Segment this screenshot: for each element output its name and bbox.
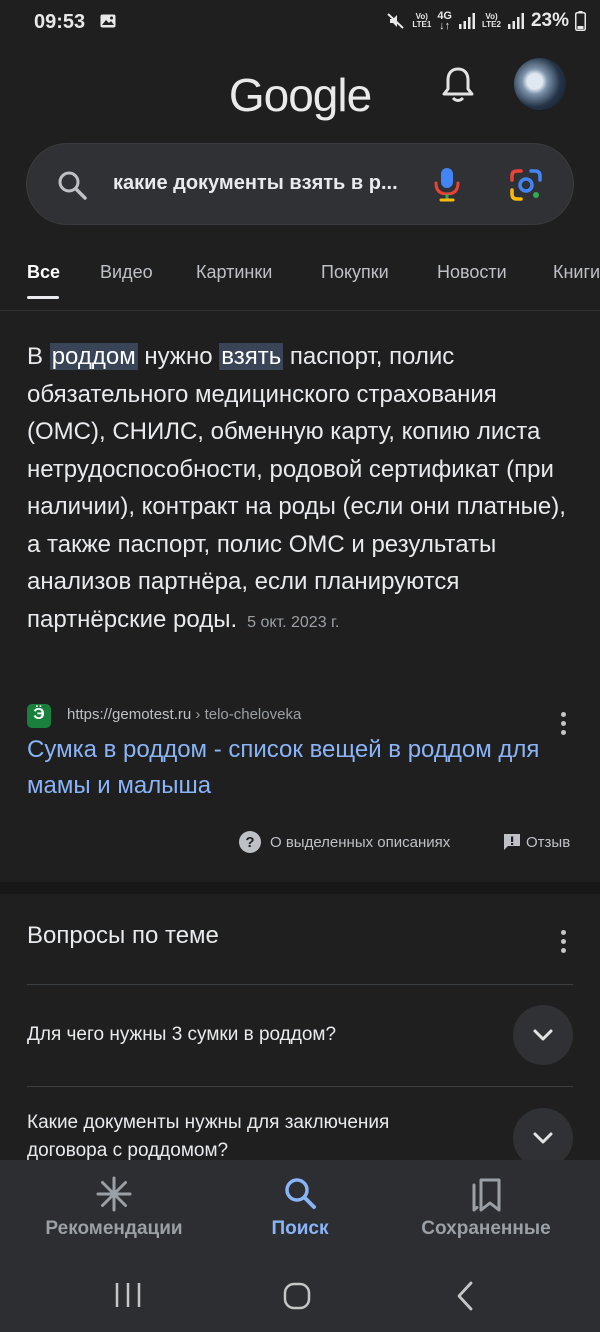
search-box[interactable]: какие документы взять в р... (27, 144, 573, 224)
search-tabs: Все Видео Картинки Покупки Новости Книги (0, 250, 600, 311)
question-text[interactable]: Для чего нужны 3 сумки в роддом? (27, 1021, 467, 1049)
source-url[interactable]: https://gemotest.ru › telo-cheloveka (67, 706, 301, 723)
highlight-term: взять (219, 343, 284, 370)
about-label: О выделенных описаниях (270, 833, 451, 851)
question-divider (27, 984, 573, 985)
expand-question-button[interactable] (513, 1108, 573, 1168)
expand-question-button[interactable] (513, 1005, 573, 1065)
microphone-icon[interactable] (433, 166, 461, 202)
tab-images[interactable]: Картинки (196, 262, 272, 283)
nav-label: Рекомендации (45, 1218, 183, 1239)
site-favicon: Ӭ (27, 704, 51, 728)
question-text[interactable]: Какие документы нужны для заключения дог… (27, 1109, 467, 1165)
status-bar: 09:53 Vo) LTE1 4G ↓↑ Vo) LTE2 23% (0, 0, 600, 44)
tab-all[interactable]: Все (27, 262, 60, 283)
sim2-label: Vo) LTE2 (482, 12, 501, 29)
nav-label: Поиск (271, 1218, 329, 1239)
google-logo[interactable]: Google (0, 68, 600, 122)
sim1-label: Vo) LTE1 (412, 12, 432, 29)
help-icon: ? (239, 831, 261, 853)
back-icon[interactable] (456, 1281, 474, 1311)
highlight-term: роддом (49, 343, 138, 370)
notifications-bell-icon[interactable] (440, 66, 476, 104)
related-questions-title: Вопросы по теме (27, 922, 219, 949)
nav-search[interactable]: Поиск (200, 1160, 400, 1250)
tab-video[interactable]: Видео (100, 262, 153, 283)
nav-saved[interactable]: Сохраненные (386, 1160, 586, 1250)
bottom-navigation: Рекомендации Поиск Сохраненные (0, 1160, 600, 1250)
mute-icon (387, 13, 405, 29)
system-navigation-bar (0, 1250, 600, 1332)
network-type: 4G ↓↑ (437, 10, 452, 32)
search-icon (285, 1178, 316, 1209)
chevron-down-icon (533, 1029, 553, 1041)
google-lens-icon[interactable] (509, 168, 543, 202)
tab-books[interactable]: Книги (553, 262, 600, 283)
question-divider (27, 1086, 573, 1087)
search-icon (58, 171, 87, 200)
featured-snippet-text: В роддом нужно взять паспорт, полис обяз… (27, 343, 566, 633)
section-divider (0, 882, 600, 894)
sparkle-icon (96, 1176, 132, 1212)
status-icons: Vo) LTE1 4G ↓↑ Vo) LTE2 23% (386, 10, 586, 32)
svg-text:?: ? (245, 834, 254, 851)
result-source[interactable]: Ӭ https://gemotest.ru › telo-cheloveka (27, 702, 575, 730)
snippet-date: 5 окт. 2023 г. (247, 613, 340, 631)
bookmarks-icon (472, 1178, 501, 1212)
gallery-notification-icon (100, 14, 116, 28)
home-icon[interactable] (283, 1282, 311, 1310)
nav-recommendations[interactable]: Рекомендации (14, 1160, 214, 1250)
signal-icon-2 (507, 13, 524, 29)
signal-icon (459, 13, 475, 29)
result-title-link[interactable]: Сумка в роддом - список вещей в роддом д… (27, 732, 575, 804)
tab-shopping[interactable]: Покупки (321, 262, 389, 283)
about-featured-snippets[interactable]: ? О выделенных описаниях (238, 828, 450, 856)
battery-percent: 23% (530, 10, 569, 31)
feedback-button[interactable]: Отзыв (502, 828, 570, 856)
battery-icon (575, 11, 586, 31)
active-tab-indicator (27, 296, 59, 299)
chevron-down-icon (533, 1132, 553, 1144)
search-query[interactable]: какие документы взять в р... (113, 172, 398, 195)
status-time: 09:53 (34, 11, 86, 33)
feedback-icon (504, 834, 520, 850)
recent-apps-icon[interactable] (114, 1282, 142, 1308)
feedback-label: Отзыв (526, 833, 571, 851)
related-questions-more-icon[interactable] (561, 930, 567, 957)
account-avatar[interactable] (514, 58, 566, 110)
tab-news[interactable]: Новости (437, 262, 507, 283)
nav-label: Сохраненные (421, 1218, 551, 1239)
